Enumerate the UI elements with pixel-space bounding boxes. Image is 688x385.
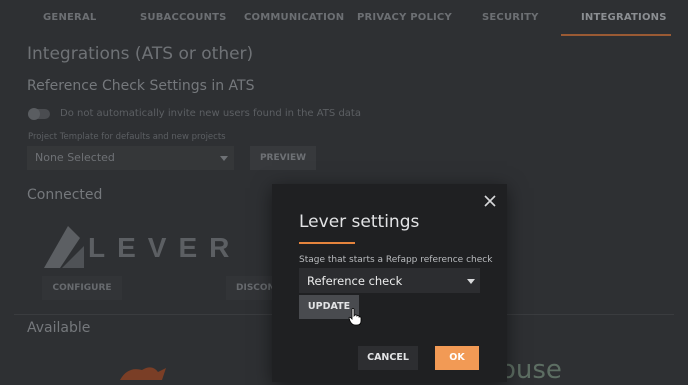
lever-settings-modal: Lever settings Stage that starts a Refap… [272, 184, 507, 382]
auto-invite-toggle[interactable] [28, 108, 50, 120]
project-template-select[interactable]: None Selected [27, 146, 234, 170]
hand-cursor-icon [348, 308, 362, 326]
disconnect-button[interactable]: DISCON [226, 276, 275, 300]
reference-check-section-title: Reference Check Settings in ATS [27, 78, 255, 94]
active-tab-indicator [561, 34, 671, 36]
tab-security[interactable]: SECURITY [482, 12, 539, 23]
greenhouse-logo-partial: ouse [500, 355, 562, 385]
stage-select[interactable]: Reference check [299, 268, 480, 293]
tab-privacy-policy[interactable]: PRIVACY POLICY [357, 12, 452, 23]
tab-integrations[interactable]: INTEGRATIONS [581, 12, 667, 23]
integration-logo-icon [120, 367, 166, 380]
project-template-label: Project Template for defaults and new pr… [28, 132, 226, 142]
project-template-value: None Selected [35, 151, 115, 164]
tab-communication[interactable]: COMMUNICATION [244, 12, 344, 23]
preview-button[interactable]: PREVIEW [250, 146, 316, 170]
chevron-down-icon [220, 156, 228, 161]
close-icon[interactable] [484, 195, 496, 207]
stage-select-label: Stage that starts a Refapp reference che… [299, 255, 493, 265]
cancel-button[interactable]: CANCEL [358, 346, 418, 370]
stage-select-value: Reference check [307, 274, 403, 288]
tab-subaccounts[interactable]: SUBACCOUNTS [140, 12, 227, 23]
settings-tabs: GENERAL SUBACCOUNTS COMMUNICATION PRIVAC… [0, 0, 688, 36]
tab-general[interactable]: GENERAL [43, 12, 96, 23]
available-section-title: Available [27, 320, 91, 336]
modal-title: Lever settings [299, 212, 420, 232]
connected-section-title: Connected [27, 187, 103, 203]
page-title: Integrations (ATS or other) [27, 44, 254, 64]
ok-button[interactable]: OK [435, 346, 479, 370]
configure-button[interactable]: CONFIGURE [42, 276, 122, 300]
lever-wordmark: LEVER [88, 232, 242, 263]
modal-title-accent [299, 242, 355, 244]
chevron-down-icon [467, 279, 475, 284]
auto-invite-toggle-label: Do not automatically invite new users fo… [60, 108, 361, 119]
